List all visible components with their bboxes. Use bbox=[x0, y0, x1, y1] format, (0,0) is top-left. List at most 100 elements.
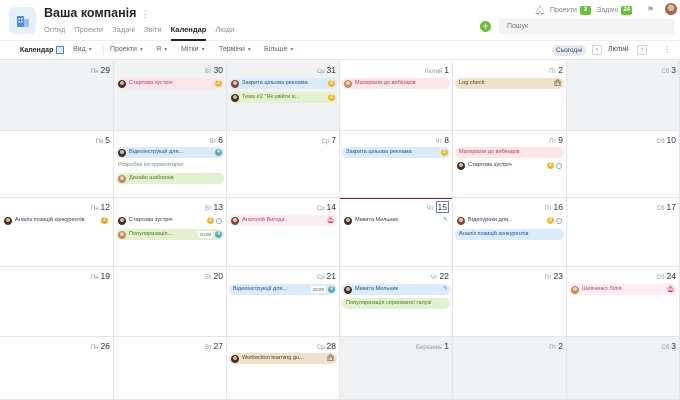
current-month: Лютий bbox=[608, 46, 629, 53]
bell-icon[interactable]: 🔔︎ bbox=[534, 5, 545, 16]
day-cell[interactable]: Пт 9 Матеріали до вебінарів Стартова зуст… bbox=[453, 131, 567, 198]
day-cell[interactable]: Сб 17 bbox=[567, 198, 680, 267]
day-number: 26 bbox=[100, 341, 110, 351]
company-logo-icon[interactable] bbox=[9, 7, 36, 34]
projects-filter[interactable]: Проекти ▾ bbox=[110, 46, 143, 53]
event-chip[interactable]: Аналіз позицій конкурентів 2 bbox=[2, 215, 110, 226]
company-name[interactable]: Ваша компанія ⋮ bbox=[44, 6, 149, 20]
event-chip[interactable]: Шевченко Лілія 🎂︎ bbox=[569, 284, 677, 295]
event-chip[interactable]: Закрита цільова реклама 2 bbox=[342, 147, 450, 158]
event-chip[interactable]: Тема #2 "Як увійти в... 2 bbox=[229, 92, 337, 103]
day-cell[interactable]: Пт 2 bbox=[453, 337, 567, 400]
event-chip[interactable]: Популяризація сервованої галузі bbox=[342, 298, 450, 309]
user-avatar[interactable] bbox=[665, 3, 677, 15]
count-badge: 2 bbox=[215, 80, 222, 87]
company-menu-icon[interactable]: ⋮ bbox=[140, 9, 149, 19]
tab-projects[interactable]: Проекти bbox=[74, 25, 103, 34]
weekday: Сб bbox=[661, 69, 670, 75]
day-label: Вт 6 bbox=[210, 135, 223, 145]
day-cell[interactable]: Сб 3 bbox=[567, 61, 680, 131]
search-input[interactable] bbox=[499, 19, 674, 34]
event-title: Аналіз позицій конкурентів bbox=[459, 231, 529, 237]
tags-filter-label: Мітки bbox=[181, 46, 199, 53]
day-cell[interactable]: Сб 3 bbox=[567, 337, 680, 400]
day-cell[interactable]: Вт 6 Відеоінструкції для... 4 Розробка ін… bbox=[114, 131, 227, 198]
day-cell[interactable]: Ср 14 Анатолій Вигода 🎂︎ bbox=[227, 198, 340, 267]
day-cell[interactable]: Вт 20 bbox=[114, 267, 227, 337]
day-cell[interactable]: Пн 19 bbox=[0, 267, 114, 337]
event-chip[interactable]: Анатолій Вигода 🎂︎ bbox=[229, 215, 337, 226]
today-button[interactable]: Сьогодні bbox=[552, 45, 587, 56]
day-label: Вт 20 bbox=[205, 271, 223, 281]
day-cell[interactable]: Сб 10 bbox=[567, 131, 680, 198]
day-cell[interactable]: Пт 23 bbox=[453, 267, 567, 337]
weekday: Пн bbox=[90, 206, 99, 212]
chevron-down-icon: ▾ bbox=[290, 47, 294, 53]
event-chip[interactable]: Стартова зустріч 2 bbox=[116, 215, 224, 226]
day-cell[interactable]: Чт 22 Микита Мельник ✎ Популяризація серв… bbox=[340, 267, 453, 337]
event-chip[interactable]: Відеоуроки для... 2 bbox=[455, 215, 564, 226]
event-chip[interactable]: Микита Мельник ✎ bbox=[342, 215, 450, 226]
chevron-down-icon: ▾ bbox=[88, 47, 92, 53]
day-cell[interactable]: Ср 31 Закрита цільова реклама 2 Тема #2 "… bbox=[227, 61, 340, 131]
day-cell[interactable]: Сб 24 Шевченко Лілія 🎂︎ bbox=[567, 267, 680, 337]
tags-filter[interactable]: Мітки ▾ bbox=[181, 46, 205, 53]
tasks-counter-link[interactable]: Задачі 24 bbox=[597, 6, 633, 15]
event-chip[interactable]: Workection learning gu... 👜︎ bbox=[229, 353, 337, 364]
day-cell[interactable]: Ср 28 Workection learning gu... 👜︎ bbox=[227, 337, 340, 400]
day-cell[interactable]: Ср 7 bbox=[227, 131, 340, 198]
weekday: Вт bbox=[204, 345, 212, 351]
day-label: Пт 16 bbox=[544, 202, 563, 212]
prev-month-button[interactable]: ‹ bbox=[592, 45, 602, 55]
event-chip[interactable]: Популяризація... 10:00 4 bbox=[116, 229, 224, 240]
day-cell[interactable]: Пн 12 Аналіз позицій конкурентів 2 bbox=[0, 198, 114, 267]
day-label: Пт 9 bbox=[549, 135, 563, 145]
event-chip[interactable]: Матеріали до вебінарів bbox=[342, 78, 450, 89]
tab-people[interactable]: Люди bbox=[215, 25, 234, 34]
event-title: Стартова зустріч bbox=[129, 217, 173, 223]
deadlines-filter[interactable]: Терміни ▾ bbox=[219, 46, 251, 53]
bookmark-icon[interactable]: ⚑ bbox=[647, 5, 654, 14]
event-chip[interactable]: Log check 👜︎ bbox=[455, 78, 564, 89]
count-badge: 2 bbox=[207, 217, 214, 224]
event-chip[interactable]: Відеоінструкції для... 4 bbox=[116, 147, 224, 158]
settings-icon[interactable]: ⋮ bbox=[663, 45, 671, 54]
event-chip[interactable]: Аналіз позицій конкурентів bbox=[455, 229, 564, 240]
day-cell[interactable]: Пн 29 bbox=[0, 61, 114, 131]
day-cell[interactable]: Пн 26 bbox=[0, 337, 114, 400]
calendar-icon[interactable] bbox=[56, 46, 65, 54]
tab-reports[interactable]: Звіти bbox=[144, 25, 162, 34]
day-cell[interactable]: Пт 2 Log check 👜︎ bbox=[453, 61, 567, 131]
day-cell[interactable]: Вт 27 bbox=[114, 337, 227, 400]
day-cell[interactable]: Пн 5 bbox=[0, 131, 114, 198]
day-cell[interactable]: Пт 16 Відеоуроки для... 2 Аналіз позицій … bbox=[453, 198, 567, 267]
add-button[interactable]: + bbox=[480, 21, 491, 32]
projects-counter-link[interactable]: Проекти 3 bbox=[550, 6, 591, 15]
day-label: Сб 3 bbox=[661, 65, 676, 75]
event-chip[interactable]: Стартова зустріч 2 bbox=[455, 160, 564, 171]
weekday: Березень bbox=[415, 345, 443, 351]
event-chip[interactable]: Відеоінструкції для... 15:00 4 bbox=[229, 284, 337, 295]
day-cell[interactable]: Лютий 1 Матеріали до вебінарів bbox=[340, 61, 453, 131]
event-chip[interactable]: Стартова зустріч 2 bbox=[116, 78, 224, 89]
more-filter[interactable]: Більше ▾ bbox=[264, 46, 293, 53]
event-chip[interactable]: Матеріали до вебінарів bbox=[455, 147, 564, 158]
day-cell[interactable]: Вт 30 Стартова зустріч 2 bbox=[114, 61, 227, 131]
weekday: Вт bbox=[204, 69, 212, 75]
tab-overview[interactable]: Огляд bbox=[44, 25, 65, 34]
day-cell[interactable]: Березень 1 bbox=[340, 337, 453, 400]
event-chip[interactable]: Закрита цільова реклама 2 bbox=[229, 78, 337, 89]
day-cell[interactable]: Вт 13 Стартова зустріч 2 Популяризація...… bbox=[114, 198, 227, 267]
tab-tasks[interactable]: Задачі bbox=[112, 25, 135, 34]
day-cell[interactable]: Чт 8 Закрита цільова реклама 2 bbox=[340, 131, 453, 198]
day-number: 12 bbox=[100, 202, 110, 212]
event-chip[interactable]: Микита Мельник ✎ bbox=[342, 284, 450, 295]
next-month-button[interactable]: › bbox=[637, 45, 647, 55]
tab-calendar[interactable]: Календар bbox=[170, 25, 206, 41]
day-cell[interactable]: Чт 15 Микита Мельник ✎ bbox=[340, 198, 453, 267]
event-chip[interactable]: Дизайн шаблонів bbox=[116, 173, 224, 184]
weekday: Вт bbox=[204, 206, 212, 212]
day-cell[interactable]: Ср 21 Відеоінструкції для... 15:00 4 bbox=[227, 267, 340, 337]
me-filter[interactable]: Я ▾ bbox=[156, 46, 167, 53]
view-dropdown[interactable]: Вид ▾ bbox=[73, 46, 92, 53]
